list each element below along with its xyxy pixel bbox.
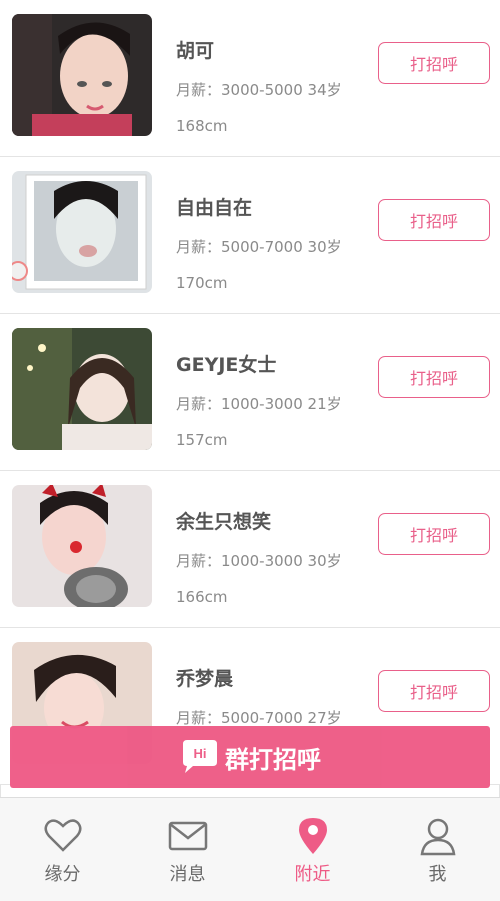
tab-label: 消息 xyxy=(169,864,206,885)
person-name: 余生只想笑 xyxy=(176,511,272,533)
tab-fate[interactable]: 缘分 xyxy=(0,798,125,901)
list-item[interactable]: 胡可 月薪：3000-5000 34岁 168cm 打招呼 xyxy=(0,0,500,157)
list-item[interactable]: 余生只想笑 月薪：1000-3000 30岁 166cm 打招呼 xyxy=(0,471,500,628)
group-greet-label: 群打招呼 xyxy=(225,745,321,774)
avatar[interactable] xyxy=(12,14,152,136)
person-salary-age: 月薪：1000-3000 30岁 xyxy=(176,552,342,570)
person-name: 乔梦晨 xyxy=(176,668,234,690)
tab-label: 附近 xyxy=(294,864,331,885)
tab-me[interactable]: 我 xyxy=(375,798,500,901)
avatar[interactable] xyxy=(12,328,152,450)
person-salary-age: 月薪：5000-7000 30岁 xyxy=(176,238,342,256)
greet-button[interactable]: 打招呼 xyxy=(378,42,490,84)
tab-messages[interactable]: 消息 xyxy=(125,798,250,901)
greet-button[interactable]: 打招呼 xyxy=(378,356,490,398)
hi-badge-text: Hi xyxy=(194,746,207,761)
avatar[interactable] xyxy=(12,171,152,293)
person-height: 168cm xyxy=(176,117,228,135)
group-greet-button[interactable]: Hi 群打招呼 xyxy=(10,726,490,788)
tab-label: 缘分 xyxy=(44,864,81,885)
list-item[interactable]: 自由自在 月薪：5000-7000 30岁 170cm 打招呼 xyxy=(0,157,500,314)
person-name: 胡可 xyxy=(176,40,215,62)
person-name: 自由自在 xyxy=(176,197,253,219)
greet-button[interactable]: 打招呼 xyxy=(378,670,490,712)
list-item[interactable]: GEYJE女士 月薪：1000-3000 21岁 157cm 打招呼 xyxy=(0,314,500,471)
envelope-icon xyxy=(168,821,208,851)
location-pin-icon xyxy=(299,818,327,854)
person-height: 166cm xyxy=(176,588,228,606)
greet-button[interactable]: 打招呼 xyxy=(378,199,490,241)
heart-icon xyxy=(44,819,82,852)
avatar[interactable] xyxy=(12,485,152,607)
person-salary-age: 月薪：3000-5000 34岁 xyxy=(176,81,342,99)
person-height: 157cm xyxy=(176,431,228,449)
tab-nearby[interactable]: 附近 xyxy=(250,798,375,901)
person-name: GEYJE女士 xyxy=(176,354,277,376)
person-salary-age: 月薪：5000-7000 27岁 xyxy=(176,709,342,727)
person-height: 170cm xyxy=(176,274,228,292)
greet-button[interactable]: 打招呼 xyxy=(378,513,490,555)
person-icon xyxy=(420,818,456,856)
hi-bubble-icon: Hi xyxy=(183,740,217,773)
person-salary-age: 月薪：1000-3000 21岁 xyxy=(176,395,342,413)
bottom-tab-bar: 缘分 消息 附近 我 xyxy=(0,797,500,901)
tab-label: 我 xyxy=(428,864,447,885)
